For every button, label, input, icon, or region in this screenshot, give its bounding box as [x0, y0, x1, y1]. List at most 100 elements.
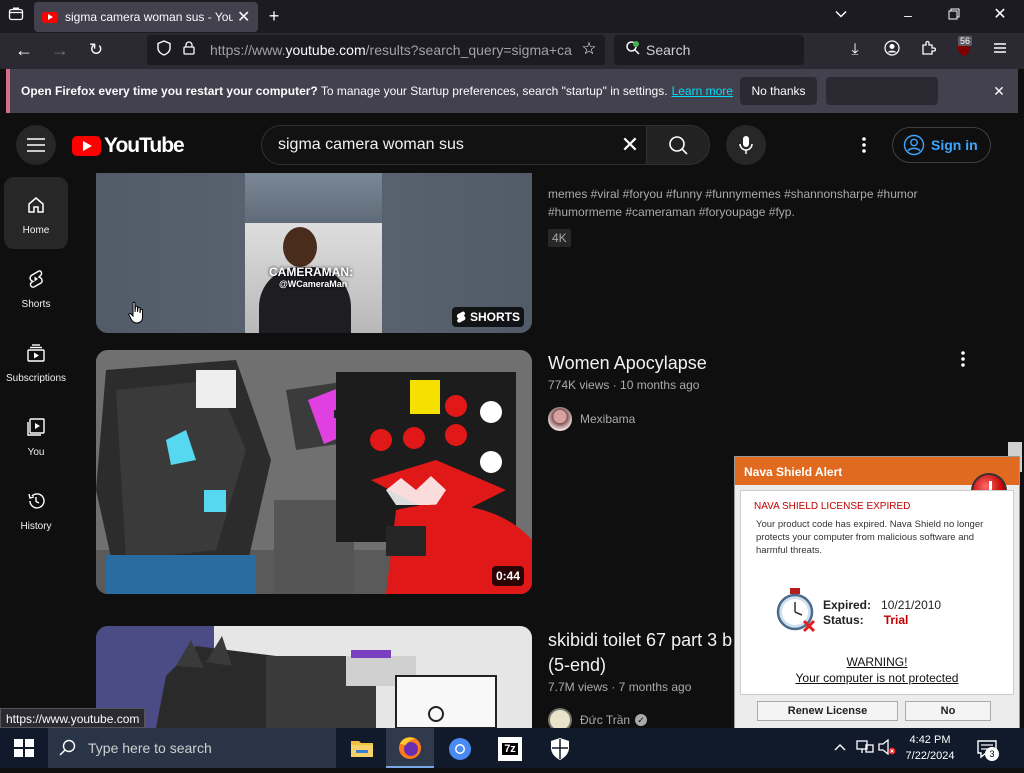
extensions-icon[interactable] — [918, 40, 938, 61]
license-details: Expired: 10/21/2010 Status: Trial — [823, 598, 941, 628]
quality-badge: 4K — [548, 229, 571, 247]
video-views-age: 7.7M views · 7 months ago — [548, 680, 692, 694]
notification-count-badge: 3 — [985, 747, 999, 761]
start-button[interactable] — [0, 728, 48, 768]
tab-title: sigma camera woman sus - You — [65, 10, 233, 24]
link-status-url: https://www.youtube.com — [0, 708, 146, 728]
notification-message: Open Firefox every time you restart your… — [21, 84, 733, 98]
subscriptions-icon — [27, 344, 45, 362]
downloads-icon[interactable]: ⤓ — [845, 40, 865, 60]
video-thumbnail-cameraman[interactable]: CAMERAMAN: @WCameraMan SHORTS — [96, 173, 532, 333]
channel-name: Mexibama — [580, 412, 636, 426]
channel-link[interactable]: Mexibama — [548, 407, 635, 431]
sign-in-button[interactable]: Sign in — [892, 127, 991, 163]
windows-security-taskbar-icon[interactable] — [549, 737, 571, 761]
notification-question: Open Firefox every time you restart your… — [21, 84, 318, 98]
url-path: /results?search_query=sigma+ca — [365, 42, 572, 58]
list-all-tabs-icon[interactable] — [831, 6, 851, 26]
forward-icon[interactable]: → — [50, 40, 70, 60]
thumbnail-handle: @WCameraMan — [279, 279, 348, 289]
search-icon — [669, 136, 688, 155]
app-menu-icon[interactable] — [990, 40, 1010, 60]
chrome-taskbar-icon[interactable] — [448, 737, 472, 761]
notification-detail: To manage your Startup preferences, sear… — [317, 84, 668, 98]
taskbar-clock[interactable]: 4:42 PM 7/22/2024 — [900, 732, 960, 764]
voice-search-button[interactable] — [726, 125, 766, 165]
status-label: Status: — [823, 613, 864, 627]
no-thanks-button[interactable]: No thanks — [740, 77, 817, 105]
file-explorer-icon[interactable] — [350, 738, 374, 758]
learn-more-link[interactable]: Learn more — [672, 84, 733, 98]
volume-muted-icon[interactable] — [878, 738, 896, 756]
sidebar-item-home[interactable]: Home — [4, 177, 68, 249]
shorts-badge-icon — [456, 311, 466, 323]
guide-menu-icon[interactable] — [16, 125, 56, 165]
search-engine-icon[interactable] — [623, 40, 643, 61]
shorts-badge-label: SHORTS — [469, 310, 520, 324]
channel-avatar — [548, 407, 572, 431]
expired-date: 10/21/2010 — [881, 598, 942, 612]
url-domain: youtube.com — [285, 42, 366, 58]
thumbnail-minecraft-art — [96, 350, 532, 594]
sign-in-label: Sign in — [931, 137, 978, 153]
video-duration: 0:44 — [491, 566, 524, 586]
7zip-taskbar-icon[interactable]: 7z — [498, 737, 522, 761]
video-action-menu-icon[interactable] — [953, 348, 973, 372]
firefox-taskbar-icon[interactable] — [386, 728, 434, 768]
youtube-search-button[interactable] — [646, 125, 710, 165]
youtube-logo[interactable]: YouTube — [72, 134, 185, 158]
video-views-age: 774K views · 10 months ago — [548, 378, 700, 392]
close-window-icon[interactable]: ✕ — [990, 5, 1010, 25]
tab-youtube[interactable]: sigma camera woman sus - You ✕ — [34, 2, 258, 32]
url-prefix: https://www. — [210, 42, 286, 58]
account-icon[interactable] — [882, 40, 902, 61]
notification-secondary-button[interactable] — [826, 77, 938, 105]
youtube-favicon-icon — [42, 11, 58, 23]
home-icon — [28, 197, 44, 213]
thumbnail-cameraman-image: CAMERAMAN: @WCameraMan — [245, 223, 382, 333]
url-text[interactable]: https://www.youtube.com/results?search_q… — [210, 42, 572, 58]
alert-title: NAVA SHIELD LICENSE EXPIRED — [754, 501, 911, 512]
close-tab-icon[interactable]: ✕ — [237, 7, 250, 27]
network-icon[interactable] — [856, 739, 874, 755]
youtube-search-query: sigma camera woman sus — [278, 136, 464, 153]
settings-more-icon[interactable] — [854, 133, 874, 157]
tracking-protection-shield-icon[interactable] — [155, 40, 173, 61]
taskbar-search-placeholder: Type here to search — [88, 740, 212, 756]
warning-heading: WARNING! — [846, 655, 908, 669]
sidebar-item-history[interactable]: History — [4, 473, 68, 545]
shorts-icon — [29, 270, 43, 288]
web-search-placeholder: Search — [646, 42, 691, 58]
status-row: Status: Trial — [823, 613, 941, 628]
sidebar-label-history: History — [20, 521, 52, 532]
user-circle-icon — [903, 134, 925, 156]
windows-logo-icon — [14, 739, 34, 757]
clear-search-icon[interactable]: ✕ — [618, 133, 642, 157]
sidebar-item-shorts[interactable]: Shorts — [4, 251, 68, 323]
new-tab-icon[interactable]: + — [264, 6, 284, 26]
renew-license-button[interactable]: Renew License — [757, 701, 898, 721]
lock-icon[interactable] — [180, 40, 198, 60]
sidebar-item-you[interactable]: You — [4, 399, 68, 471]
restore-icon[interactable] — [944, 5, 964, 25]
clock-date: 7/22/2024 — [905, 750, 955, 762]
you-icon — [27, 418, 45, 436]
clock-time: 4:42 PM — [909, 734, 951, 746]
channel-name: Đức Trần — [580, 713, 631, 727]
no-button[interactable]: No — [905, 701, 991, 721]
bookmark-star-icon[interactable]: ☆ — [579, 39, 599, 59]
video-thumbnail-skibidi-toilet[interactable] — [96, 626, 532, 728]
close-notification-icon[interactable]: ✕ — [989, 81, 1009, 101]
sidebar-item-subscriptions[interactable]: Subscriptions — [4, 325, 68, 397]
video-title[interactable]: Women Apocylapse — [548, 353, 707, 374]
tab-list-icon[interactable] — [6, 6, 26, 27]
back-icon[interactable]: ← — [14, 40, 34, 60]
show-hidden-icons-chevron-icon[interactable] — [832, 739, 848, 755]
reload-icon[interactable]: ↻ — [86, 40, 106, 60]
video-title-continued[interactable]: (5-end) — [548, 655, 606, 676]
mouse-cursor-icon — [128, 301, 144, 330]
video-description-continued: #humormeme #cameraman #foryoupage #fyp. — [548, 205, 795, 219]
minimize-icon[interactable]: – — [898, 5, 918, 25]
video-title[interactable]: skibidi toilet 67 part 3 b — [548, 630, 732, 651]
video-thumbnail-women-apocylapse[interactable]: 0:44 — [96, 350, 532, 594]
